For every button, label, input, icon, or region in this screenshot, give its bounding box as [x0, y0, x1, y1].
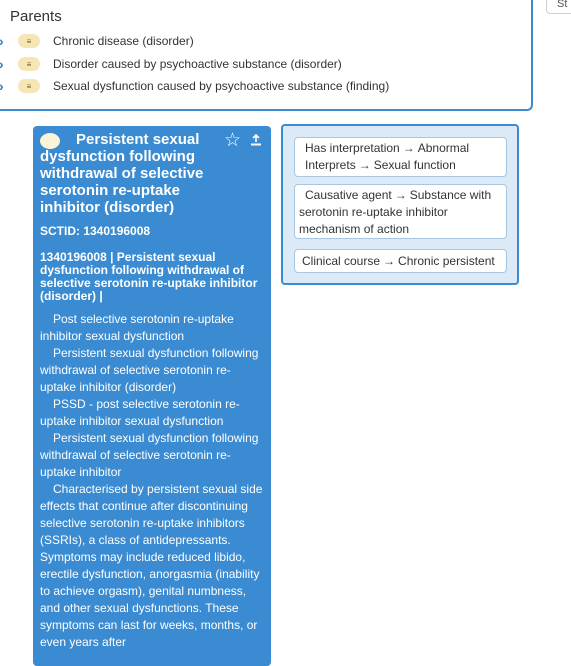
arrow-icon: → [383, 254, 396, 268]
parents-panel: Parents › ≡ Chronic disease (disorder) ›… [0, 0, 533, 111]
relationship-line[interactable]: Has interpretation → Abnormal [305, 140, 502, 157]
relationship-target[interactable]: Chronic persistent [398, 254, 495, 268]
concept-card: Persistent sexual dysfunction following … [33, 126, 271, 666]
relationship-group: Clinical course → Chronic persistent [294, 249, 507, 273]
sctid-label: SCTID: 1340196008 [40, 224, 151, 238]
relationship-group: Has interpretation → Abnormal Interprets → S… [294, 137, 507, 177]
chevron-right-icon[interactable]: › [0, 34, 9, 48]
relationship-type[interactable]: Causative agent [305, 188, 392, 202]
relationship-group: Causative agent → Substance with serotonin… [294, 184, 507, 239]
arrow-icon: → [402, 141, 415, 155]
description-list: Post selective serotonin re-uptake inhib… [40, 311, 264, 651]
fsn-line: 1340196008 | Persistent sexual dysfuncti… [40, 250, 258, 303]
concept-title: Persistent sexual dysfunction following … [40, 131, 204, 216]
relationships-panel: Has interpretation → Abnormal Interprets → S… [281, 124, 519, 285]
parent-item[interactable]: › ≡ Chronic disease (disorder) [0, 31, 194, 51]
parents-title: Parents [10, 8, 62, 25]
concept-pill-icon: ≡ [18, 34, 40, 48]
relationship-target[interactable]: Sexual function [374, 158, 456, 172]
chevron-right-icon[interactable]: › [0, 79, 9, 93]
arrow-icon: → [394, 188, 407, 202]
description-item: PSSD - post selective serotonin re-uptak… [40, 397, 240, 428]
relationship-type[interactable]: Has interpretation [305, 141, 400, 155]
relationship-type[interactable]: Interprets [305, 158, 356, 172]
parent-label[interactable]: Disorder caused by psychoactive substanc… [53, 57, 342, 71]
parent-item[interactable]: › ≡ Sexual dysfunction caused by psychoa… [0, 76, 389, 96]
description-item: Post selective serotonin re-uptake inhib… [40, 312, 234, 343]
parent-label[interactable]: Sexual dysfunction caused by psychoactiv… [53, 79, 389, 93]
relationship-line[interactable]: Interprets → Sexual function [305, 157, 502, 174]
export-icon[interactable] [250, 134, 262, 146]
relationship-target[interactable]: Abnormal [418, 141, 469, 155]
description-item: Characterised by persistent sexual side … [40, 482, 263, 649]
top-right-button[interactable]: St [546, 0, 571, 14]
parent-label[interactable]: Chronic disease (disorder) [53, 34, 194, 48]
arrow-icon: → [358, 158, 371, 172]
chevron-right-icon[interactable]: › [0, 57, 9, 71]
relationship-type[interactable]: Clinical course [302, 254, 380, 268]
description-item: Persistent sexual dysfunction following … [40, 346, 259, 394]
description-item: Persistent sexual dysfunction following … [40, 431, 259, 479]
parent-item[interactable]: › ≡ Disorder caused by psychoactive subs… [0, 54, 342, 74]
star-icon[interactable]: ☆ [224, 131, 241, 150]
concept-pill-icon: ≡ [18, 57, 40, 71]
concept-pill-icon: ≡ [18, 79, 40, 93]
